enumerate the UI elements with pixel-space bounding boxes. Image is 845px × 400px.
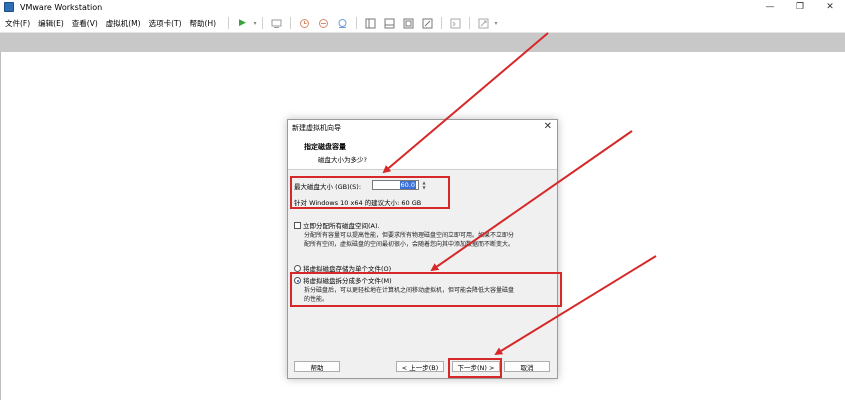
allocate-checkbox[interactable]	[294, 222, 301, 229]
allocate-label: 立即分配所有磁盘空间(A).	[303, 222, 380, 230]
toolbar-separator	[290, 17, 292, 29]
allocate-desc-line-1: 分配所有容量可以提高性能，但要求所有物理磁盘空间立即可用。如果不立即分	[304, 232, 515, 239]
allocate-desc-line-2: 配所有空间，虚拟磁盘的空间最初很小，会随着您向其中添加数据而不断变大。	[304, 241, 515, 248]
send-keys-icon[interactable]	[270, 17, 283, 30]
thumbnail-icon[interactable]	[383, 17, 396, 30]
snapshot-manager-icon[interactable]	[336, 17, 349, 30]
fullscreen-icon[interactable]	[402, 17, 415, 30]
annotation-box-next	[448, 358, 502, 378]
restore-button[interactable]: ❐	[785, 0, 815, 14]
tab-strip	[0, 33, 845, 52]
allocate-description: 分配所有容量可以提高性能，但要求所有物理磁盘空间立即可用。如果不立即分 配所有空…	[304, 231, 514, 249]
toolbar-separator	[469, 17, 471, 29]
vmware-icon	[4, 2, 14, 12]
toolbar-separator	[228, 17, 230, 29]
sidebar-icon[interactable]	[364, 17, 377, 30]
back-button[interactable]: < 上一步(B)	[396, 361, 444, 372]
allocate-now-option[interactable]: 立即分配所有磁盘空间(A).	[294, 220, 380, 230]
close-button[interactable]: ✕	[815, 0, 845, 14]
dropdown-icon[interactable]: ▾	[493, 17, 499, 30]
cancel-button[interactable]: 取消	[504, 361, 550, 372]
play-icon[interactable]: ▶	[236, 17, 249, 30]
minimize-button[interactable]: —	[755, 0, 785, 14]
annotation-box-size	[290, 176, 450, 209]
single-file-radio[interactable]	[294, 265, 301, 272]
button-bar: 帮助 < 上一步(B) 下一步(N) > 取消	[288, 356, 557, 380]
dialog-title: 新建虚拟机向导	[292, 124, 341, 132]
new-vm-wizard-dialog: 新建虚拟机向导 ✕ 指定磁盘容量 磁盘大小为多少? 最大磁盘大小 (GB)(S)…	[287, 119, 562, 380]
header-subtitle: 磁盘大小为多少?	[318, 156, 367, 164]
app-title: VMware Workstation	[20, 2, 103, 12]
console-icon[interactable]	[449, 17, 462, 30]
unity-icon[interactable]	[421, 17, 434, 30]
title-bar: VMware Workstation — ❐ ✕	[0, 0, 845, 14]
dialog-header: 指定磁盘容量 磁盘大小为多少?	[288, 136, 557, 170]
snapshot-icon[interactable]	[298, 17, 311, 30]
toolbar-separator	[356, 17, 358, 29]
menu-vm[interactable]: 虚拟机(M)	[102, 18, 145, 29]
menu-tabs[interactable]: 选项卡(T)	[145, 18, 186, 29]
dialog-title-bar: 新建虚拟机向导 ✕	[288, 120, 557, 136]
menu-help[interactable]: 帮助(H)	[186, 18, 221, 29]
window-controls: — ❐ ✕	[755, 0, 845, 14]
toolbar-separator	[441, 17, 443, 29]
header-title: 指定磁盘容量	[304, 143, 346, 151]
dropdown-icon[interactable]: ▾	[252, 17, 258, 30]
menu-view[interactable]: 查看(V)	[68, 18, 102, 29]
annotation-box-split	[290, 272, 562, 307]
menu-bar: 文件(F) 编辑(E) 查看(V) 虚拟机(M) 选项卡(T) 帮助(H) ▶ …	[0, 14, 845, 33]
menu-edit[interactable]: 编辑(E)	[34, 18, 68, 29]
revert-snapshot-icon[interactable]	[317, 17, 330, 30]
menu-file[interactable]: 文件(F)	[0, 18, 34, 29]
stretch-icon[interactable]	[477, 17, 490, 30]
toolbar: ▶ ▾ ▾	[224, 17, 499, 30]
help-button[interactable]: 帮助	[294, 361, 340, 372]
close-icon[interactable]: ✕	[544, 121, 552, 132]
toolbar-separator	[262, 17, 264, 29]
